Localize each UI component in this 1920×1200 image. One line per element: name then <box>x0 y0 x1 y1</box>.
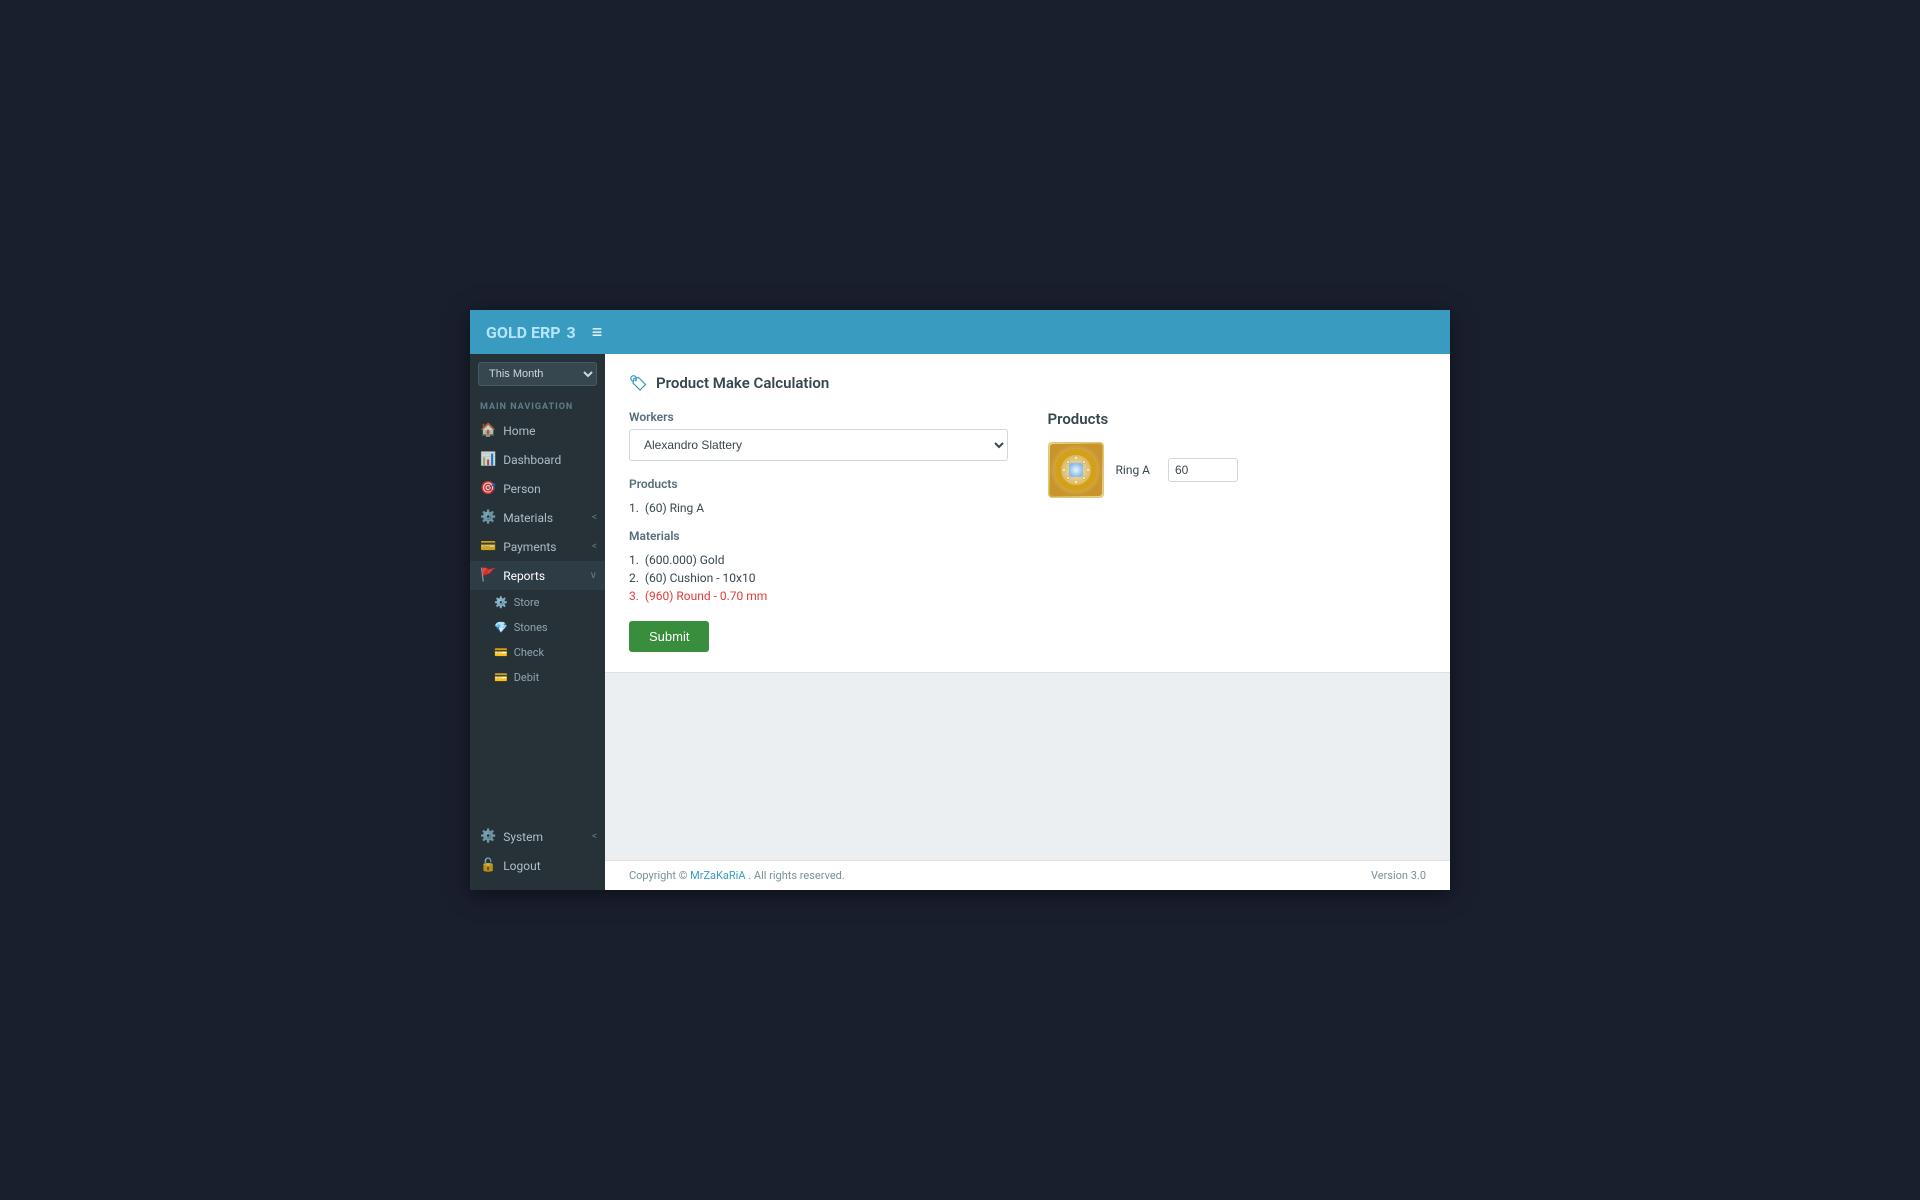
brand-name: GOLD ERP <box>486 323 561 342</box>
debit-icon: 💳 <box>494 671 508 684</box>
sidebar-item-reports[interactable]: 🚩 Reports ∨ <box>470 561 605 590</box>
sidebar-item-logout[interactable]: 🔓 Logout <box>470 851 605 880</box>
sidebar-sub-item-debit[interactable]: 💳 Debit <box>470 665 605 690</box>
products-section-label: Products <box>629 477 1008 491</box>
footer-version: Version 3.0 <box>1371 869 1426 882</box>
stones-icon: 💎 <box>494 621 508 634</box>
product-name-label: Ring A <box>1116 463 1150 477</box>
body-row: This Month Last Month This Year MAIN NAV… <box>470 354 1450 890</box>
workers-label: Workers <box>629 410 1008 424</box>
app-container: GOLD ERP 3 ≡ This Month Last Month This … <box>470 310 1450 890</box>
panel-title: 🏷 Product Make Calculation <box>629 374 1426 392</box>
submit-button[interactable]: Submit <box>629 621 709 652</box>
sidebar-label-stones: Stones <box>514 621 548 634</box>
copyright-text: Copyright © <box>629 869 687 882</box>
workers-field-group: Workers Alexandro Slattery <box>629 410 1008 461</box>
sidebar-sub-item-stones[interactable]: 💎 Stones <box>470 615 605 640</box>
sidebar-sub-item-store[interactable]: ⚙️ Store <box>470 590 605 615</box>
sidebar: This Month Last Month This Year MAIN NAV… <box>470 354 605 890</box>
product-list-item: (60) Ring A <box>629 499 1008 517</box>
materials-list: (600.000) Gold (60) Cushion - 10x10 (960… <box>629 551 1008 605</box>
sidebar-item-person[interactable]: 🎯 Person <box>470 474 605 503</box>
period-select[interactable]: This Month Last Month This Year <box>478 362 597 386</box>
sidebar-item-payments[interactable]: 💳 Payments < <box>470 532 605 561</box>
materials-arrow: < <box>592 512 597 523</box>
sidebar-item-system[interactable]: ⚙️ System < <box>470 822 605 851</box>
sidebar-item-home[interactable]: 🏠 Home <box>470 416 605 445</box>
nav-section-label: MAIN NAVIGATION <box>470 394 605 416</box>
dashboard-icon: 📊 <box>480 452 496 467</box>
product-card: Ring A 60 <box>1048 442 1427 498</box>
sidebar-label-reports: Reports <box>503 569 545 583</box>
logout-icon: 🔓 <box>480 858 496 873</box>
payments-icon: 💳 <box>480 539 496 554</box>
form-right: Products <box>1048 410 1427 652</box>
reports-arrow: ∨ <box>590 570 597 581</box>
footer-copyright: Copyright © MrZaKaRiA . All rights reser… <box>629 869 845 882</box>
sidebar-label-store: Store <box>514 596 540 609</box>
person-icon: 🎯 <box>480 481 496 496</box>
products-panel-title: Products <box>1048 410 1427 428</box>
sidebar-item-materials[interactable]: ⚙️ Materials < <box>470 503 605 532</box>
material-list-item-round: (960) Round - 0.70 mm <box>629 587 1008 605</box>
product-qty-input[interactable]: 60 <box>1168 458 1238 482</box>
main-content: 🏷 Product Make Calculation Workers Alexa… <box>605 354 1450 890</box>
sidebar-label-materials: Materials <box>503 511 553 525</box>
brand-logo: GOLD ERP 3 <box>486 323 576 342</box>
materials-section-label: Materials <box>629 529 1008 543</box>
payments-arrow: < <box>592 541 597 552</box>
system-arrow: < <box>592 831 597 842</box>
brand-number: 3 <box>567 323 576 342</box>
sidebar-label-check: Check <box>514 646 544 659</box>
products-list: (60) Ring A <box>629 499 1008 517</box>
sidebar-filter[interactable]: This Month Last Month This Year <box>470 354 605 394</box>
materials-icon: ⚙️ <box>480 510 496 525</box>
ring-image-svg <box>1050 444 1102 496</box>
sidebar-sub-item-check[interactable]: 💳 Check <box>470 640 605 665</box>
sidebar-label-debit: Debit <box>514 671 540 684</box>
home-icon: 🏠 <box>480 423 496 438</box>
hamburger-icon[interactable]: ≡ <box>592 322 603 343</box>
rest-content <box>605 673 1450 860</box>
form-layout: Workers Alexandro Slattery Products (60)… <box>629 410 1426 652</box>
version-label: Version <box>1371 869 1408 882</box>
sidebar-label-dashboard: Dashboard <box>503 453 561 467</box>
footer: Copyright © MrZaKaRiA . All rights reser… <box>605 860 1450 890</box>
content-panel: 🏷 Product Make Calculation Workers Alexa… <box>605 354 1450 673</box>
sidebar-label-home: Home <box>503 424 535 438</box>
material-list-item-gold: (600.000) Gold <box>629 551 1008 569</box>
page-title: Product Make Calculation <box>656 374 829 392</box>
form-left: Workers Alexandro Slattery Products (60)… <box>629 410 1008 652</box>
system-icon: ⚙️ <box>480 829 496 844</box>
material-list-item-cushion: (60) Cushion - 10x10 <box>629 569 1008 587</box>
sidebar-item-dashboard[interactable]: 📊 Dashboard <box>470 445 605 474</box>
sidebar-label-logout: Logout <box>503 859 540 873</box>
sidebar-label-person: Person <box>503 482 541 496</box>
sidebar-label-payments: Payments <box>503 540 556 554</box>
check-icon: 💳 <box>494 646 508 659</box>
top-bar: GOLD ERP 3 ≡ <box>470 310 1450 354</box>
store-icon: ⚙️ <box>494 596 508 609</box>
workers-select[interactable]: Alexandro Slattery <box>629 429 1008 461</box>
sidebar-label-system: System <box>503 830 543 844</box>
version-number: 3.0 <box>1411 869 1426 882</box>
title-tag-icon: 🏷 <box>629 374 648 392</box>
reports-icon: 🚩 <box>480 568 496 583</box>
footer-author-link[interactable]: MrZaKaRiA <box>690 869 745 882</box>
product-image <box>1048 442 1104 498</box>
rights-text: . All rights reserved. <box>748 869 845 882</box>
